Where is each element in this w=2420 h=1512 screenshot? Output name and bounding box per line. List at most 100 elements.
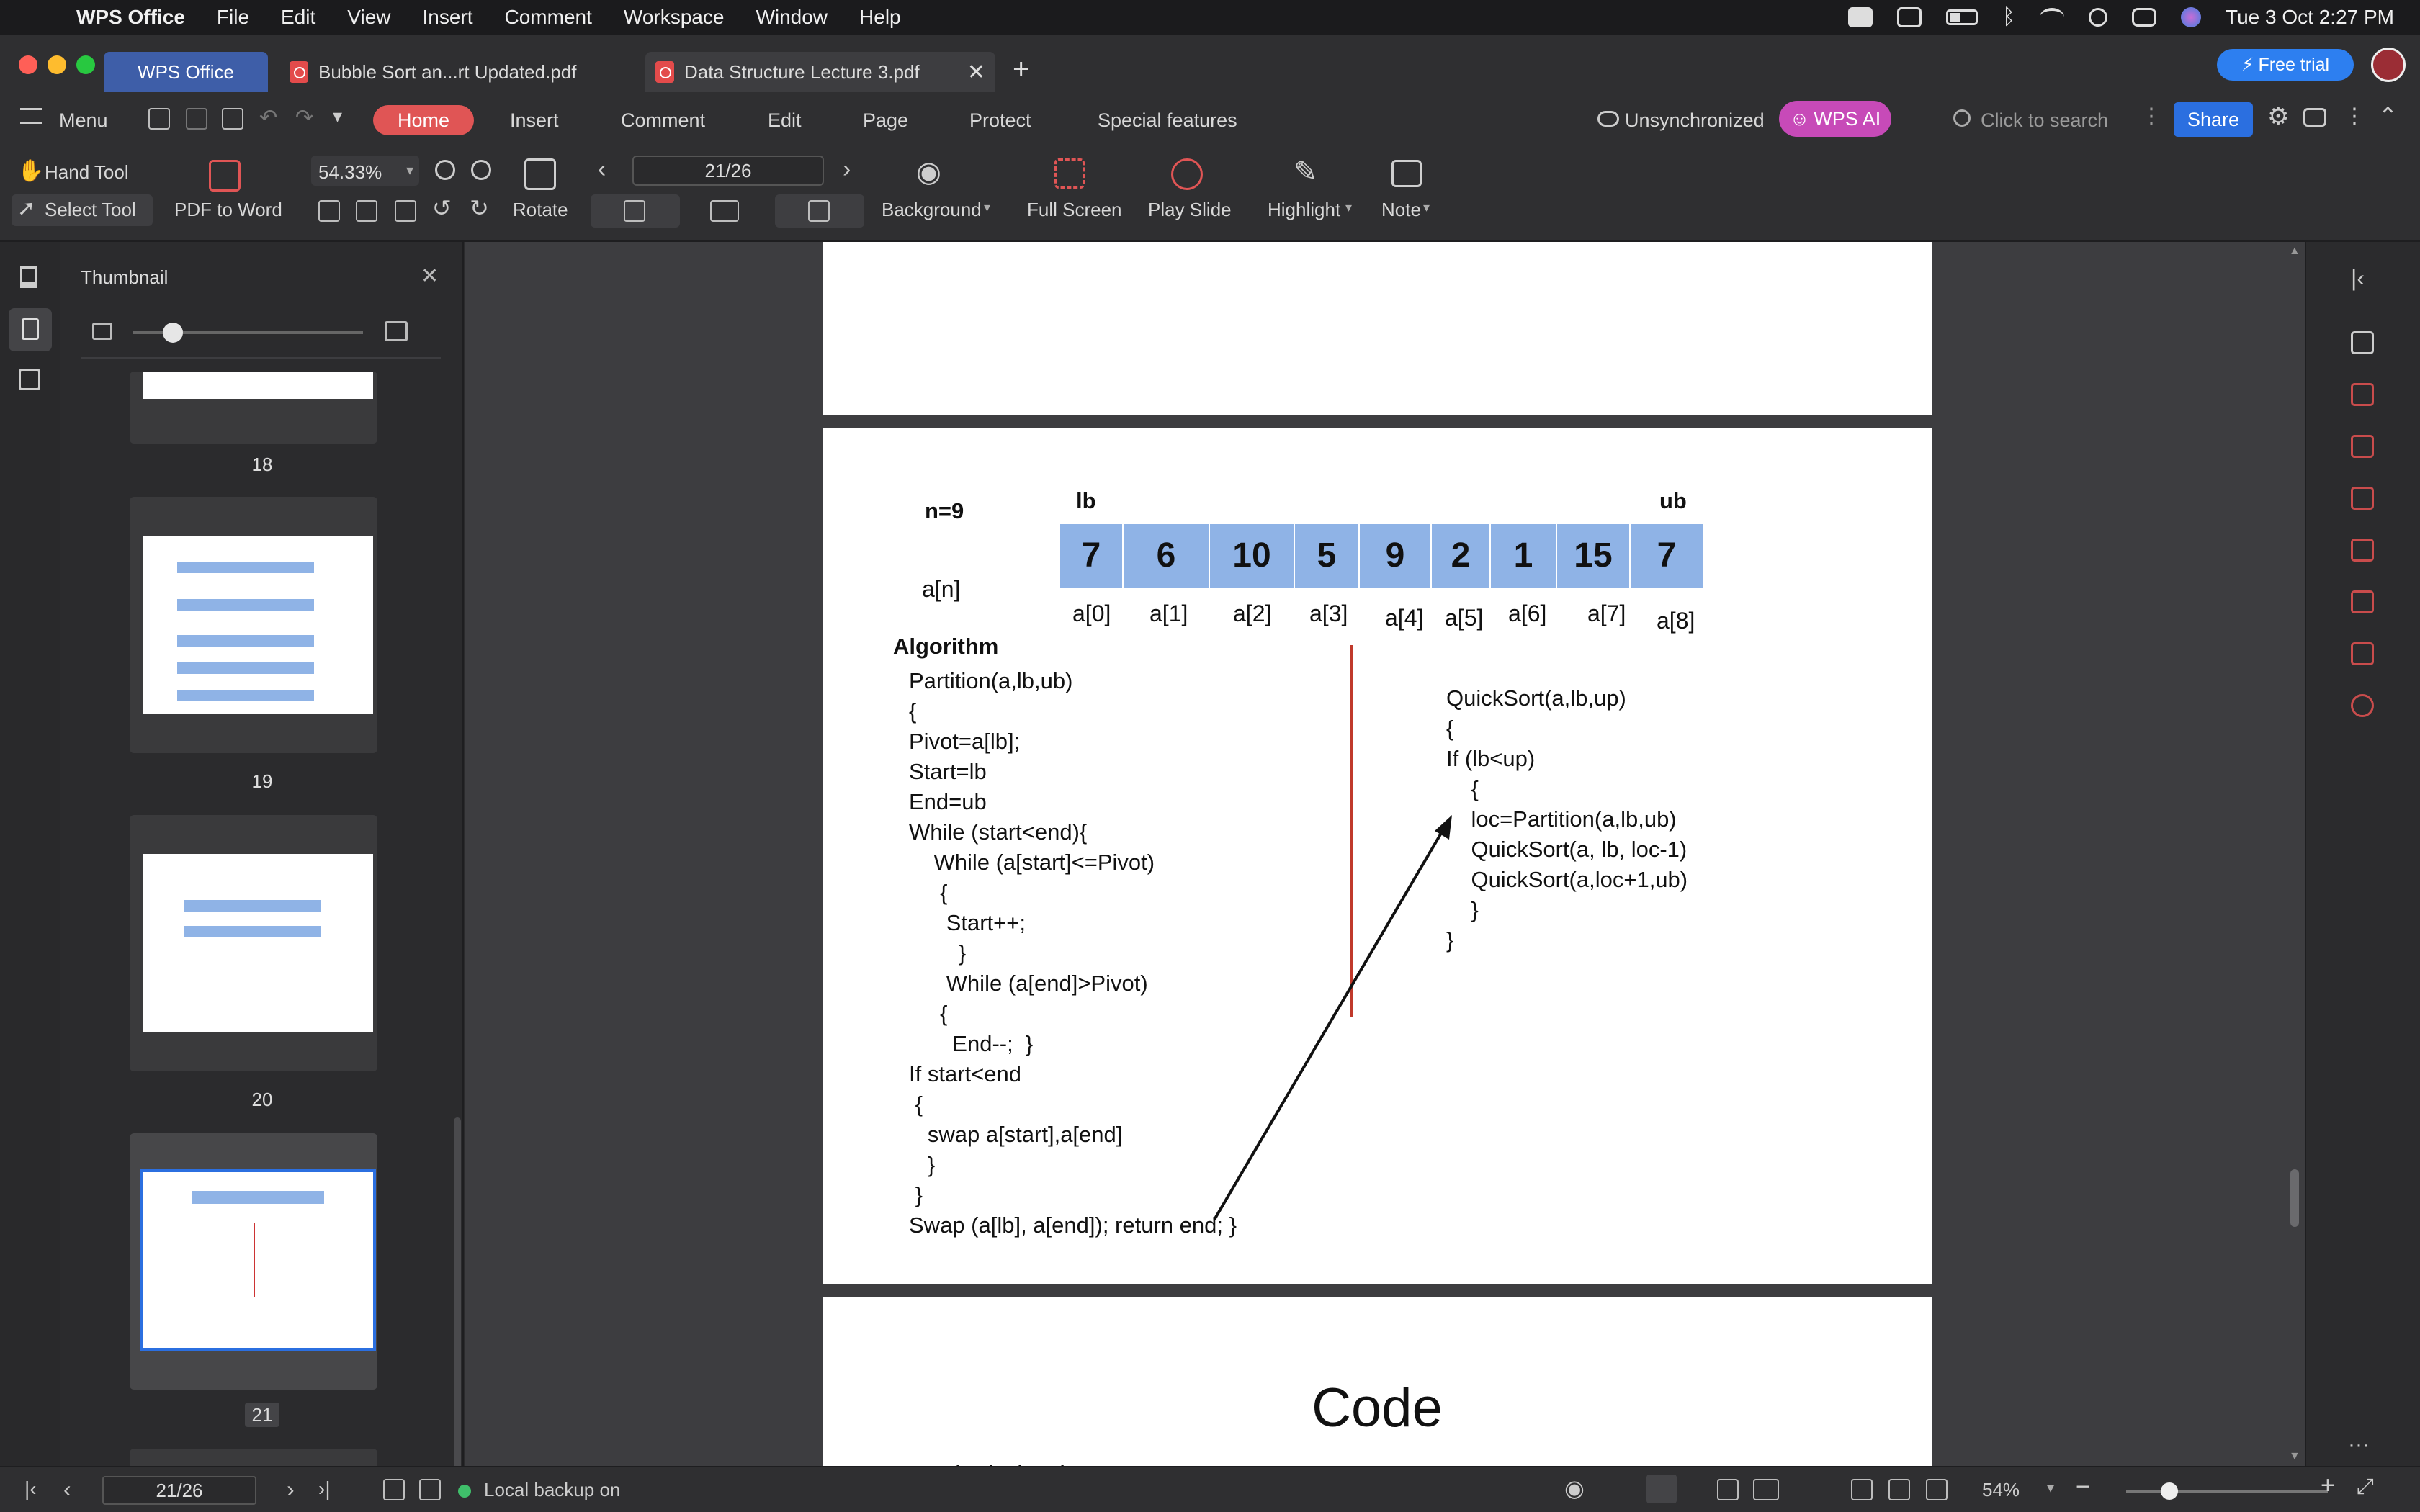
zoom-slider-handle[interactable]	[2161, 1482, 2178, 1500]
compress-icon[interactable]	[2351, 539, 2374, 562]
close-icon[interactable]: ✕	[421, 264, 439, 289]
tab-special-features[interactable]: Special features	[1098, 105, 1237, 135]
search-box[interactable]: Click to search	[1981, 105, 2108, 135]
app-name-menu[interactable]: WPS Office	[76, 6, 185, 29]
wps-status-icon[interactable]	[1848, 7, 1873, 27]
customize-chevron-icon[interactable]: ▾	[333, 105, 342, 127]
more-horizontal-icon[interactable]: ···	[2348, 1433, 2370, 1457]
share-button[interactable]: Share	[2174, 102, 2253, 137]
menu-window[interactable]: Window	[756, 6, 828, 29]
next-page-icon[interactable]: ›	[287, 1476, 295, 1503]
menubar-datetime[interactable]: Tue 3 Oct 2:27 PM	[2226, 6, 2394, 29]
status-page-input[interactable]: 21/26	[102, 1476, 256, 1505]
zoom-in-icon[interactable]	[471, 160, 491, 180]
actual-size-icon[interactable]	[1851, 1479, 1873, 1500]
thumbnail-page-19[interactable]	[130, 497, 377, 753]
tab-edit[interactable]: Edit	[768, 105, 802, 135]
text-edit-icon[interactable]	[2351, 383, 2374, 406]
thumbnail-page-20[interactable]	[130, 815, 377, 1071]
new-tab-plus-icon[interactable]: +	[1013, 53, 1029, 86]
hand-tool-button[interactable]: Hand Tool	[45, 161, 129, 184]
zoom-out-icon[interactable]	[435, 160, 455, 180]
play-slide-button[interactable]: Play Slide	[1148, 199, 1232, 221]
signature-icon[interactable]	[19, 369, 40, 390]
zoom-slider[interactable]	[2126, 1482, 2328, 1500]
menu-insert[interactable]: Insert	[422, 6, 472, 29]
thumbnail-size-slider[interactable]	[133, 323, 363, 343]
export-icon[interactable]	[2351, 590, 2374, 613]
backup-status[interactable]: Local backup on	[484, 1479, 620, 1501]
next-page-icon[interactable]: ›	[843, 156, 851, 184]
vertical-scrollbar[interactable]: ▲ ▼	[2286, 242, 2302, 1466]
first-page-icon[interactable]: |‹	[24, 1477, 37, 1500]
window-close-button[interactable]	[19, 55, 37, 74]
sync-status[interactable]: Unsynchronized	[1625, 105, 1765, 135]
tab-protect[interactable]: Protect	[969, 105, 1031, 135]
cloud-sync-icon[interactable]	[1597, 111, 1619, 127]
print-icon[interactable]	[222, 108, 243, 130]
siri-icon[interactable]	[2181, 7, 2202, 27]
slider-handle[interactable]	[163, 323, 183, 343]
continuous-view-button[interactable]	[775, 194, 864, 228]
menu-button[interactable]: Menu	[59, 105, 108, 135]
window-minimize-button[interactable]	[48, 55, 66, 74]
thumbnail-page-22[interactable]	[130, 1449, 377, 1466]
tab-home[interactable]: Home	[373, 105, 474, 135]
fit-page-icon[interactable]	[1888, 1479, 1910, 1500]
bluetooth-icon[interactable]: ᛒ	[2002, 5, 2015, 30]
undo-icon[interactable]: ↶	[259, 105, 277, 130]
scroll-down-icon[interactable]: ▼	[2289, 1450, 2300, 1463]
single-page-view-button[interactable]	[591, 194, 680, 228]
wps-ai-button[interactable]: ☺ WPS AI	[1779, 101, 1891, 137]
menu-view[interactable]: View	[347, 6, 390, 29]
tab-wps-office-home[interactable]: WPS Office	[104, 52, 268, 92]
highlight-button[interactable]: Highlight	[1268, 199, 1340, 221]
full-screen-button[interactable]: Full Screen	[1027, 199, 1122, 221]
more-options-icon[interactable]: ⋮	[2344, 104, 2365, 129]
zoom-in-icon[interactable]: +	[2321, 1472, 2335, 1500]
window-zoom-button[interactable]	[76, 55, 95, 74]
fit-page-icon[interactable]	[356, 200, 377, 222]
save-icon[interactable]	[186, 108, 207, 130]
menu-file[interactable]: File	[217, 6, 249, 29]
bookmark-icon[interactable]	[20, 266, 37, 288]
fit-width-icon[interactable]	[395, 200, 416, 222]
feedback-icon[interactable]	[2303, 108, 2326, 127]
more-vertical-icon[interactable]: ⋮	[2141, 104, 2162, 129]
control-center-icon[interactable]	[2132, 8, 2157, 27]
tab-comment[interactable]: Comment	[621, 105, 705, 135]
scroll-up-icon[interactable]: ▲	[2289, 245, 2300, 258]
menu-comment[interactable]: Comment	[505, 6, 592, 29]
background-button[interactable]: Background	[882, 199, 982, 221]
pdf-to-word-button[interactable]: PDF to Word	[174, 199, 282, 221]
previous-page-icon[interactable]: ‹	[598, 156, 606, 184]
open-folder-icon[interactable]	[148, 108, 170, 130]
status-zoom-value[interactable]: 54%	[1982, 1479, 2020, 1501]
collapse-ribbon-icon[interactable]: ⌃	[2378, 102, 2398, 130]
two-page-icon[interactable]	[1753, 1479, 1779, 1500]
two-page-view-button[interactable]	[696, 194, 785, 228]
fit-width-icon[interactable]	[1926, 1479, 1948, 1500]
settings-gear-icon[interactable]: ⚙	[2267, 102, 2289, 131]
thumbnail-page-21[interactable]	[130, 1133, 377, 1390]
eye-protection-icon[interactable]: ◉	[1564, 1475, 1585, 1502]
single-page-icon[interactable]	[1717, 1479, 1739, 1500]
menu-workspace[interactable]: Workspace	[624, 6, 725, 29]
tab-insert[interactable]: Insert	[510, 105, 559, 135]
tab-bubble-sort-pdf[interactable]: Bubble Sort an...rt Updated.pdf	[278, 52, 638, 92]
fullscreen-expand-icon[interactable]: ⤢	[2357, 1475, 2374, 1499]
thumbnail-panel-button[interactable]	[9, 308, 52, 351]
thumbnail-scrollbar[interactable]	[454, 1117, 461, 1466]
keyboard-status-icon[interactable]	[1897, 7, 1922, 27]
search-icon[interactable]	[1953, 109, 1971, 127]
tab-page[interactable]: Page	[863, 105, 908, 135]
menu-edit[interactable]: Edit	[281, 6, 315, 29]
tab-data-structure-pdf[interactable]: Data Structure Lecture 3.pdf ✕	[645, 52, 995, 92]
scrollbar-thumb[interactable]	[2290, 1169, 2299, 1227]
rotate-right-icon[interactable]: ↻	[470, 194, 489, 222]
collapse-panel-icon[interactable]: |‹	[2351, 265, 2365, 292]
translate-icon[interactable]	[2351, 694, 2374, 717]
document-icon[interactable]	[2351, 642, 2374, 665]
chevron-down-icon[interactable]: ▾	[2047, 1479, 2054, 1497]
user-avatar[interactable]	[2371, 48, 2406, 82]
